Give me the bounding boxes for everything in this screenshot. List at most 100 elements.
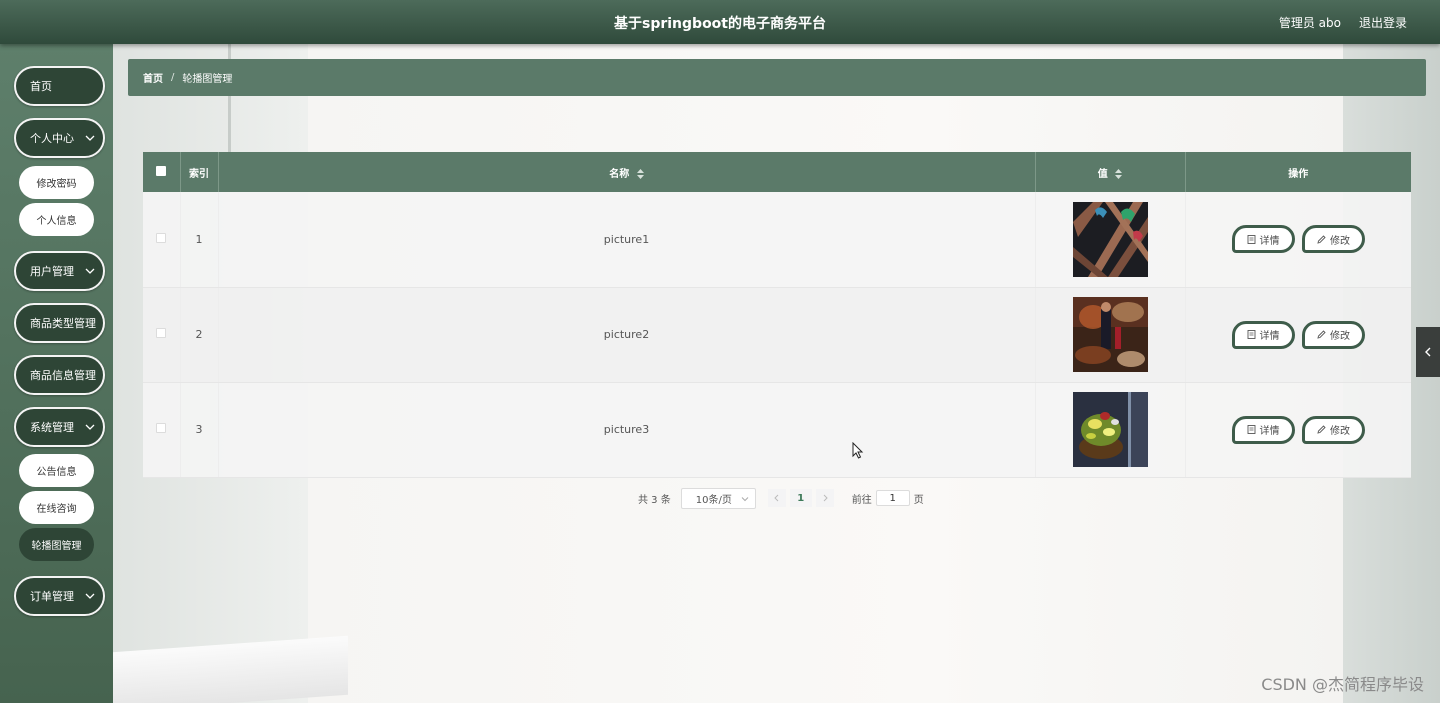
sidebar-item-label: 商品信息管理 <box>30 369 96 382</box>
thumbnail-image-1[interactable] <box>1072 201 1148 277</box>
sidebar-item-label: 商品类型管理 <box>30 317 96 330</box>
row-actions: 详情 修改 <box>1185 287 1411 383</box>
chevron-right-icon <box>823 494 828 502</box>
page-size-value: 10条/页 <box>695 494 732 506</box>
edit-icon <box>1317 425 1326 434</box>
goto-suffix: 页 <box>913 494 924 506</box>
row-select-cell <box>143 192 181 288</box>
row-actions: 详情 修改 <box>1185 192 1411 288</box>
sidebar-item-label: 系统管理 <box>30 421 74 434</box>
edit-icon <box>1317 235 1326 244</box>
prev-page-button[interactable] <box>767 489 786 507</box>
chevron-down-icon <box>85 424 95 430</box>
sidebar-item-label: 首页 <box>30 80 52 93</box>
row-index: 1 <box>180 192 219 288</box>
table-header-row: 索引 名称 值 操作 <box>143 152 1411 192</box>
page-number-current[interactable]: 1 <box>789 489 812 507</box>
sidebar-subitem-label: 在线咨询 <box>36 504 77 515</box>
sidebar-item-label: 个人中心 <box>30 132 74 145</box>
sidebar-subitem-online-consult[interactable]: 在线咨询 <box>19 491 94 524</box>
sidebar-subitem-change-password[interactable]: 修改密码 <box>19 166 94 199</box>
edit-button[interactable]: 修改 <box>1302 225 1365 254</box>
next-page-button[interactable] <box>815 489 834 507</box>
column-header-index: 索引 <box>180 152 219 192</box>
thumbnail-image-3[interactable] <box>1072 392 1148 467</box>
app-title: 基于springboot的电子商务平台 <box>614 16 826 32</box>
chevron-down-icon <box>85 268 95 274</box>
row-checkbox[interactable] <box>156 328 167 338</box>
edit-icon <box>1317 330 1326 339</box>
column-header-name[interactable]: 名称 <box>218 152 1036 192</box>
detail-button[interactable]: 详情 <box>1231 320 1295 349</box>
pagination-total: 共 3 条 <box>638 494 671 506</box>
page-size-select[interactable]: 10条/页 <box>680 487 756 509</box>
mouse-pointer-icon <box>852 442 864 459</box>
row-value <box>1035 382 1186 478</box>
watermark: CSDN @杰简程序毕设 <box>1261 675 1424 694</box>
detail-button-label: 详情 <box>1259 235 1280 247</box>
pagination: 共 3 条 10条/页 1 前往 页 <box>638 487 924 509</box>
sidebar-item-user-management[interactable]: 用户管理 <box>14 251 105 291</box>
row-index: 2 <box>180 287 219 383</box>
chevron-left-icon <box>774 494 779 502</box>
goto-label: 前往 <box>851 494 872 506</box>
row-checkbox[interactable] <box>156 232 167 243</box>
row-name: picture2 <box>218 287 1036 383</box>
sidebar-subitem-label: 修改密码 <box>36 179 77 190</box>
sort-icon[interactable] <box>636 168 644 179</box>
breadcrumb-separator: / <box>171 72 175 83</box>
breadcrumb-current: 轮播图管理 <box>182 74 233 85</box>
goto-page-input[interactable] <box>875 490 910 506</box>
sidebar-subitem-announcements[interactable]: 公告信息 <box>19 454 94 487</box>
sidebar-item-order-management[interactable]: 订单管理 <box>14 576 105 616</box>
sidebar-subitem-label: 公告信息 <box>36 467 77 478</box>
sidebar-item-product-type-management[interactable]: 商品类型管理 <box>14 303 105 343</box>
sidebar-item-label: 用户管理 <box>30 265 74 278</box>
thumbnail-image-2[interactable] <box>1072 297 1148 372</box>
logout-link[interactable]: 退出登录 <box>1359 14 1407 31</box>
edit-button-label: 修改 <box>1330 235 1350 247</box>
row-value <box>1035 192 1186 288</box>
detail-button[interactable]: 详情 <box>1231 225 1295 254</box>
collapse-panel-button[interactable] <box>1416 327 1440 377</box>
row-select-cell <box>143 382 181 478</box>
detail-button-label: 详情 <box>1259 331 1280 342</box>
row-actions: 详情 修改 <box>1185 382 1411 478</box>
sidebar-item-personal-center[interactable]: 个人中心 <box>14 118 105 158</box>
row-select-cell <box>143 287 181 383</box>
sort-icon[interactable] <box>1115 168 1123 179</box>
chevron-down-icon <box>85 593 95 599</box>
detail-button-label: 详情 <box>1259 426 1280 437</box>
row-name: picture3 <box>218 382 1036 478</box>
select-all-checkbox[interactable] <box>156 165 167 176</box>
sidebar-subitem-carousel-management[interactable]: 轮播图管理 <box>19 528 94 561</box>
sidebar-subitem-label: 个人信息 <box>36 216 77 227</box>
row-checkbox[interactable] <box>156 423 167 433</box>
document-icon <box>1247 234 1255 244</box>
select-all-cell <box>143 152 181 192</box>
edit-button[interactable]: 修改 <box>1302 415 1365 444</box>
edit-button[interactable]: 修改 <box>1302 320 1365 349</box>
breadcrumb-home[interactable]: 首页 <box>143 70 163 85</box>
row-value <box>1035 287 1186 383</box>
row-index: 3 <box>180 382 219 478</box>
sidebar-item-home[interactable]: 首页 <box>14 66 105 106</box>
sidebar-item-system-management[interactable]: 系统管理 <box>14 407 105 447</box>
breadcrumb: 首页 / 轮播图管理 <box>128 59 1426 96</box>
chevron-down-icon <box>741 496 749 501</box>
column-header-value[interactable]: 值 <box>1035 152 1186 192</box>
table-row: 2 picture2 详情 修改 <box>143 287 1411 383</box>
detail-button[interactable]: 详情 <box>1231 415 1295 444</box>
current-user: 管理员 abo <box>1278 16 1341 30</box>
sidebar-subitem-label: 轮播图管理 <box>31 541 82 552</box>
edit-button-label: 修改 <box>1330 331 1350 342</box>
chevron-left-icon <box>1425 347 1431 357</box>
sidebar-item-product-info-management[interactable]: 商品信息管理 <box>14 355 105 395</box>
sidebar: 首页 个人中心 修改密码 个人信息 用户管理 商品类型管理 商品信息管理 系统管… <box>0 44 113 703</box>
column-header-label: 名称 <box>609 168 630 180</box>
carousel-table: 索引 名称 值 操作 1 picture1 详情 修改 2 picture2 详… <box>143 152 1411 478</box>
table-row: 1 picture1 详情 修改 <box>143 192 1411 288</box>
column-header-label: 值 <box>1097 168 1108 180</box>
top-bar: 基于springboot的电子商务平台 管理员 abo 退出登录 <box>0 0 1440 44</box>
sidebar-subitem-personal-info[interactable]: 个人信息 <box>19 203 94 236</box>
